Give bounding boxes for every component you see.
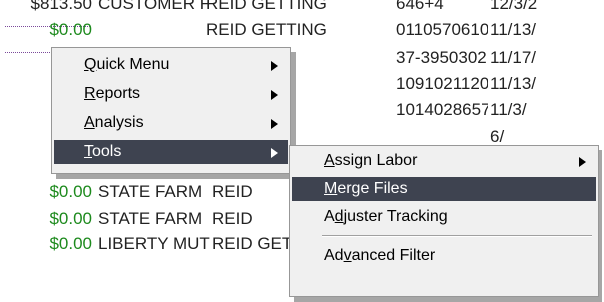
menu-item-quick-menu[interactable]: Quick Menu: [54, 53, 288, 77]
claim-number-cell: 37-3950302: [396, 48, 487, 67]
menu-item-label: Adjuster Tracking: [324, 208, 448, 225]
menu-item-label: Assign Labor: [324, 152, 418, 169]
menu-item-label: Merge Files: [324, 180, 408, 197]
menu-item-reports[interactable]: Reports: [54, 82, 288, 106]
context-menu: Quick Menu Reports Analysis Tools: [51, 47, 291, 174]
menu-item-advanced-filter[interactable]: Advanced Filter: [292, 244, 596, 268]
customer-cell: STATE FARM: [98, 182, 203, 201]
claim-number-cell: 1091021120: [396, 74, 488, 93]
claim-number-cell: 0110570610: [396, 20, 488, 39]
menu-item-label: Reports: [84, 85, 141, 102]
date-cell: 11/3/: [490, 100, 527, 119]
submenu-arrow-icon: [271, 82, 278, 110]
amount-cell: $0.00: [49, 209, 92, 228]
adjuster-cell: REID GETTING: [206, 0, 327, 13]
menu-item-merge-files[interactable]: Merge Files: [292, 177, 596, 201]
menu-item-assign-labor[interactable]: Assign Labor: [292, 149, 596, 173]
table-row[interactable]: $0.00 REID GETTING 0110570610 11/13/: [0, 17, 604, 43]
menu-item-label: Analysis: [84, 114, 144, 131]
date-cell: 11/13/: [490, 74, 537, 93]
amount-cell: $813.50: [30, 0, 92, 13]
amount-cell: $0.00: [49, 234, 92, 253]
tools-submenu: Assign Labor Merge Files Adjuster Tracking…: [289, 145, 599, 297]
submenu-arrow-icon: [579, 149, 586, 177]
menu-item-tools[interactable]: Tools: [54, 140, 288, 164]
menu-item-label: Tools: [84, 143, 122, 160]
submenu-arrow-icon: [271, 111, 278, 139]
menu-item-adjuster-tracking[interactable]: Adjuster Tracking: [292, 205, 596, 229]
menu-item-label: Advanced Filter: [324, 247, 436, 264]
table-row[interactable]: $813.50 CUSTOMER F REID GETTING 646+4 12/3/2: [0, 0, 604, 17]
customer-cell: LIBERTY MUT: [98, 234, 210, 253]
customer-cell: STATE FARM: [98, 209, 203, 228]
date-cell: 12/3/2: [490, 0, 538, 13]
menu-item-analysis[interactable]: Analysis: [54, 111, 288, 135]
claim-number-cell: 646+4: [396, 0, 444, 13]
amount-cell: $0.00: [49, 20, 92, 39]
adjuster-cell: REID GETTING: [206, 20, 327, 39]
claim-number-cell: 1014028657: [396, 100, 488, 119]
menu-item-label: Quick Menu: [84, 56, 170, 73]
date-cell: 11/13/: [490, 20, 537, 39]
date-cell: 11/17/: [490, 48, 537, 67]
submenu-arrow-icon: [271, 140, 278, 168]
submenu-arrow-icon: [271, 53, 278, 81]
amount-cell: $0.00: [49, 182, 92, 201]
menu-separator: [322, 235, 592, 237]
